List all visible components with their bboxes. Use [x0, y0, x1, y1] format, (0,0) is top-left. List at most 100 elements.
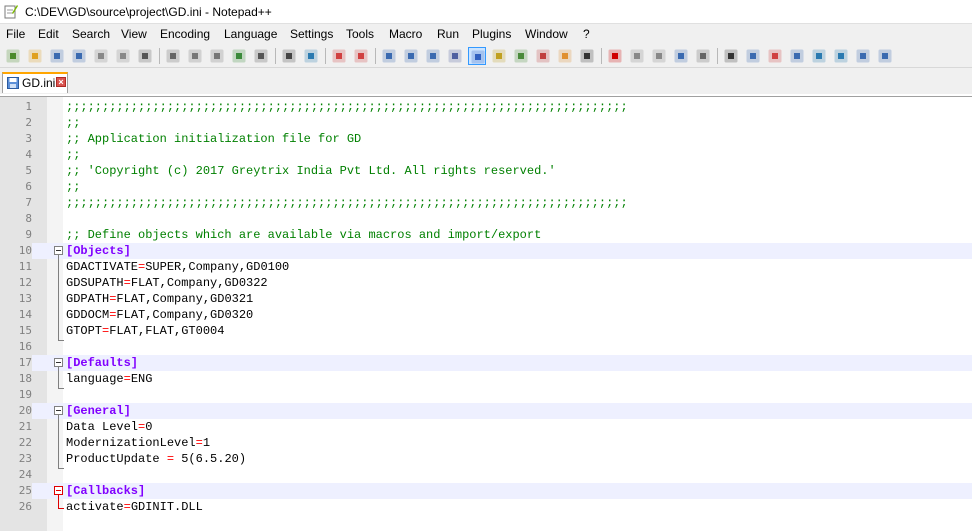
fold-toggle-defaults[interactable] [54, 358, 63, 367]
menu-tools[interactable]: Tools [346, 26, 374, 42]
save-all-button[interactable] [70, 47, 88, 65]
show-all-characters-button[interactable] [446, 47, 464, 65]
editor-line[interactable]: 8 [0, 211, 972, 227]
menu-settings[interactable]: Settings [290, 26, 333, 42]
fold-end [58, 508, 64, 509]
monitoring-button[interactable] [578, 47, 596, 65]
record-macro-button[interactable] [606, 47, 624, 65]
menu-plugins[interactable]: Plugins [472, 26, 511, 42]
editor-line[interactable]: 9 ;; Define objects which are available v… [0, 227, 972, 243]
document-list-button[interactable] [744, 47, 762, 65]
print-button[interactable] [136, 47, 154, 65]
user-defined-language-button[interactable] [490, 47, 508, 65]
editor-line[interactable]: 11 GDACTIVATE=SUPER,Company,GD0100 [0, 259, 972, 275]
save-button[interactable] [48, 47, 66, 65]
editor-line[interactable]: 12 GDSUPATH=FLAT,Company,GD0322 [0, 275, 972, 291]
playback-macro-button[interactable] [650, 47, 668, 65]
editor[interactable]: 1;;;;;;;;;;;;;;;;;;;;;;;;;;;;;;;;;;;;;;;… [0, 96, 972, 531]
fold-all-button[interactable] [788, 47, 806, 65]
redo-button[interactable] [252, 47, 270, 65]
line-text: GTOPT=FLAT,FLAT,GT0004 [66, 323, 224, 339]
compare-button[interactable] [766, 47, 784, 65]
fold-toggle-objects[interactable] [54, 246, 63, 255]
document-map-button[interactable] [512, 47, 530, 65]
copy-button[interactable] [186, 47, 204, 65]
move-down-button[interactable] [832, 47, 850, 65]
code-token: = [123, 500, 131, 514]
stop-recording-button[interactable] [628, 47, 646, 65]
editor-line[interactable]: 6;; [0, 179, 972, 195]
paste-button[interactable] [208, 47, 226, 65]
editor-line[interactable]: 13 GDPATH=FLAT,Company,GD0321 [0, 291, 972, 307]
playback-macro-icon [652, 49, 666, 63]
folder-as-workspace-button[interactable] [556, 47, 574, 65]
close-all-button[interactable] [114, 47, 132, 65]
editor-line[interactable]: 23 ProductUpdate = 5(6.5.20) [0, 451, 972, 467]
editor-line[interactable]: 18 language=ENG [0, 371, 972, 387]
editor-line[interactable]: 3 ;; Application initialization file for … [0, 131, 972, 147]
close-button[interactable] [92, 47, 110, 65]
menu-macro[interactable]: Macro [389, 26, 422, 42]
indent-guide-button[interactable] [468, 47, 486, 65]
print-icon [138, 49, 152, 63]
sync-vertical-button[interactable] [380, 47, 398, 65]
menu-encoding[interactable]: Encoding [160, 26, 210, 42]
code-token: ModernizationLevel [66, 436, 196, 450]
word-wrap-button[interactable] [424, 47, 442, 65]
editor-line[interactable]: 7;;;;;;;;;;;;;;;;;;;;;;;;;;;;;;;;;;;;;;;… [0, 195, 972, 211]
editor-line[interactable]: 24 [0, 467, 972, 483]
menu-window[interactable]: Window [525, 26, 568, 42]
tab-gd-ini[interactable]: GD.ini × [2, 72, 68, 93]
editor-line[interactable]: 22 ModernizationLevel=1 [0, 435, 972, 451]
line-number: 9 [0, 227, 32, 243]
insert-row-button[interactable] [722, 47, 740, 65]
record-macro-icon [608, 49, 622, 63]
menu-language[interactable]: Language [224, 26, 277, 42]
menu-file[interactable]: File [6, 26, 25, 42]
editor-line[interactable]: 15 GTOPT=FLAT,FLAT,GT0004 [0, 323, 972, 339]
editor-line[interactable]: 10 [Objects] [0, 243, 972, 259]
code-token: FLAT,Company,GD0322 [130, 276, 268, 290]
menu-edit[interactable]: Edit [38, 26, 59, 42]
editor-line[interactable]: 4;; [0, 147, 972, 163]
code-token: SUPER,Company,GD0100 [145, 260, 290, 274]
menu-view[interactable]: View [121, 26, 147, 42]
menu-help[interactable]: ? [583, 26, 590, 42]
open-file-icon [28, 49, 42, 63]
run-macro-multiple-button[interactable] [672, 47, 690, 65]
undo-button[interactable] [230, 47, 248, 65]
editor-line[interactable]: 14 GDDOCM=FLAT,Company,GD0320 [0, 307, 972, 323]
editor-line[interactable]: 17 [Defaults] [0, 355, 972, 371]
line-number: 19 [0, 387, 32, 403]
editor-line[interactable]: 20 [General] [0, 403, 972, 419]
zoom-out-button[interactable] [352, 47, 370, 65]
fold-toggle-general[interactable] [54, 406, 63, 415]
menu-run[interactable]: Run [437, 26, 459, 42]
save-macro-button[interactable] [694, 47, 712, 65]
replace-button[interactable] [302, 47, 320, 65]
move-up-button[interactable] [810, 47, 828, 65]
find-button[interactable] [280, 47, 298, 65]
panel-button[interactable] [876, 47, 894, 65]
function-list-button[interactable] [534, 47, 552, 65]
cut-button[interactable] [164, 47, 182, 65]
editor-line[interactable]: 21 Data Level=0 [0, 419, 972, 435]
close-tab-icon[interactable]: × [56, 77, 66, 87]
open-file-button[interactable] [26, 47, 44, 65]
clear-button[interactable] [854, 47, 872, 65]
fold-toggle-callbacks[interactable] [54, 486, 63, 495]
editor-line[interactable]: 26 activate=GDINIT.DLL [0, 499, 972, 515]
menu-search[interactable]: Search [72, 26, 110, 42]
zoom-in-button[interactable] [330, 47, 348, 65]
line-text: GDSUPATH=FLAT,Company,GD0322 [66, 275, 268, 291]
new-file-button[interactable] [4, 47, 22, 65]
editor-line[interactable]: 5 ;; 'Copyright (c) 2017 Greytrix India P… [0, 163, 972, 179]
editor-line[interactable]: 1;;;;;;;;;;;;;;;;;;;;;;;;;;;;;;;;;;;;;;;… [0, 99, 972, 115]
editor-line[interactable]: 25 [Callbacks] [0, 483, 972, 499]
run-macro-multiple-icon [674, 49, 688, 63]
sync-horizontal-button[interactable] [402, 47, 420, 65]
editor-line[interactable]: 2;; [0, 115, 972, 131]
line-text: ProductUpdate = 5(6.5.20) [66, 451, 246, 467]
editor-line[interactable]: 16 [0, 339, 972, 355]
editor-line[interactable]: 19 [0, 387, 972, 403]
